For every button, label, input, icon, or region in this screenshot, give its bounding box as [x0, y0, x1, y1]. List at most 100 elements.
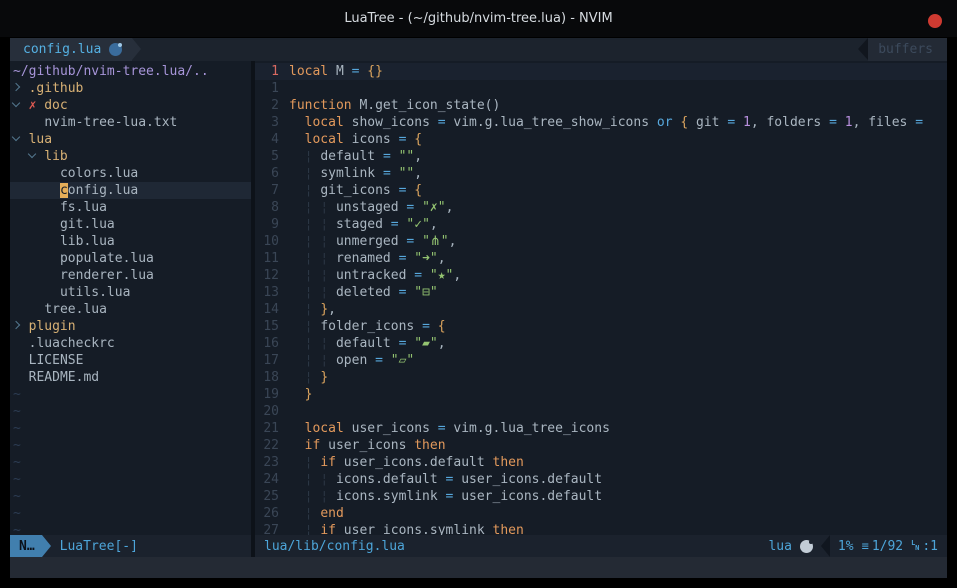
code-line[interactable]: 24 ¦ ¦ icons.default = user_icons.defaul…	[255, 471, 947, 488]
code-line[interactable]: 11 ¦ ¦ renamed = "➜",	[255, 250, 947, 267]
code-line-text: ¦ ¦ renamed = "➜",	[289, 250, 947, 267]
line-number: 23	[255, 454, 289, 471]
line-number: 10	[255, 233, 289, 250]
statusline: N… LuaTree[-] lua/lib/config.lua lua 1% …	[10, 535, 947, 557]
statusline-plugin-title: LuaTree[-]	[51, 535, 138, 557]
line-number: 20	[255, 403, 289, 420]
tree-item-git-lua[interactable]: git.lua	[10, 216, 251, 233]
code-line-text: ¦ ¦ unstaged = "✗",	[289, 199, 947, 216]
code-line[interactable]: 19 }	[255, 386, 947, 403]
indent-guide: ¦	[320, 268, 328, 283]
tab-separator-arrow	[132, 38, 141, 60]
cursor-position-group: ≡ 1/92	[862, 539, 904, 554]
statusline-file-path: lua/lib/config.lua	[255, 539, 768, 554]
code-line-text: local icons = {	[289, 131, 947, 148]
code-line[interactable]: 7 ¦ git_icons = {	[255, 182, 947, 199]
code-line[interactable]: 17 ¦ ¦ open = "▱"	[255, 352, 947, 369]
command-line[interactable]	[10, 557, 947, 578]
code-line[interactable]: 25 ¦ ¦ icons.symlink = user_icons.defaul…	[255, 488, 947, 505]
buffers-label: buffers	[878, 42, 933, 57]
indent-guide: ¦	[320, 285, 328, 300]
buffers-section: buffers	[868, 38, 947, 61]
code-line[interactable]: 13 ¦ ¦ deleted = "⊟"	[255, 284, 947, 301]
code-line-text: function M.get_icon_state()	[289, 97, 947, 114]
code-line[interactable]: 10 ¦ ¦ unmerged = "⋔",	[255, 233, 947, 250]
code-line[interactable]: 23 ¦ if user_icons.default then	[255, 454, 947, 471]
empty-line-marker: ~	[10, 488, 251, 505]
chevron-right-icon	[13, 80, 29, 97]
code-line[interactable]: 27 ¦ if user_icons.symlink then	[255, 522, 947, 535]
tree-item-plugin[interactable]: plugin	[10, 318, 251, 335]
lines-icon: ≡	[862, 539, 869, 553]
code-line[interactable]: 1local M = {}	[255, 63, 947, 80]
tree-item-lib-lua[interactable]: lib.lua	[10, 233, 251, 250]
code-line[interactable]: 1	[255, 80, 947, 97]
line-number: 25	[255, 488, 289, 505]
tree-item-luacheckrc[interactable]: .luacheckrc	[10, 335, 251, 352]
indent-guide: ¦	[305, 506, 313, 521]
tree-item-renderer-lua[interactable]: renderer.lua	[10, 267, 251, 284]
tree-item-label: tree.lua	[44, 302, 107, 317]
indent-guide: ¦	[320, 200, 328, 215]
tree-item-label: utils.lua	[60, 285, 130, 300]
line-number: 22	[255, 437, 289, 454]
code-line[interactable]: 18 ¦ }	[255, 369, 947, 386]
code-line[interactable]: 16 ¦ ¦ default = "▰",	[255, 335, 947, 352]
empty-line-marker: ~	[10, 403, 251, 420]
code-line-text: ¦ ¦ staged = "✓",	[289, 216, 947, 233]
line-number: 3	[255, 114, 289, 131]
tree-item-readme-md[interactable]: README.md	[10, 369, 251, 386]
statusline-separator-chevron	[821, 535, 830, 557]
tab-config-lua[interactable]: config.lua	[10, 38, 132, 61]
code-line[interactable]: 2function M.get_icon_state()	[255, 97, 947, 114]
code-line[interactable]: 15 ¦ folder_icons = {	[255, 318, 947, 335]
code-line[interactable]: 14 ¦ },	[255, 301, 947, 318]
terminal-content: config.lua buffers ~/github/nvim-tree.lu…	[10, 38, 947, 578]
code-line-text: ¦ end	[289, 505, 947, 522]
tree-item-config-lua[interactable]: config.lua	[10, 182, 251, 199]
indent-guide: ¦	[305, 251, 313, 266]
code-line[interactable]: 22 if user_icons then	[255, 437, 947, 454]
code-line[interactable]: 26 ¦ end	[255, 505, 947, 522]
tree-root-path[interactable]: ~/github/nvim-tree.lua/..	[10, 63, 251, 80]
indent-guide: ¦	[305, 149, 313, 164]
window-title: LuaTree - (~/github/nvim-tree.lua) - NVI…	[344, 11, 612, 26]
tree-item-nvim-tree-lua-txt[interactable]: nvim-tree-lua.txt	[10, 114, 251, 131]
line-number: 27	[255, 522, 289, 535]
tree-item-lua[interactable]: lua	[10, 131, 251, 148]
code-line-text	[289, 80, 947, 97]
tree-item-colors-lua[interactable]: colors.lua	[10, 165, 251, 182]
code-line-text: ¦ if user_icons.symlink then	[289, 522, 947, 535]
tree-item-lib[interactable]: lib	[10, 148, 251, 165]
empty-line-marker: ~	[10, 471, 251, 488]
tree-item-github[interactable]: .github	[10, 80, 251, 97]
close-button[interactable]	[928, 14, 942, 28]
tree-item-tree-lua[interactable]: tree.lua	[10, 301, 251, 318]
code-line-text: ¦ ¦ icons.default = user_icons.default	[289, 471, 947, 488]
code-line[interactable]: 9 ¦ ¦ staged = "✓",	[255, 216, 947, 233]
lua-logo-icon	[800, 540, 813, 553]
code-line[interactable]: 6 ¦ symlink = "",	[255, 165, 947, 182]
buffers-separator-arrow	[858, 38, 868, 60]
code-line[interactable]: 20	[255, 403, 947, 420]
tree-item-license[interactable]: LICENSE	[10, 352, 251, 369]
indent-guide: ¦	[305, 183, 313, 198]
code-line[interactable]: 21 local user_icons = vim.g.lua_tree_ico…	[255, 420, 947, 437]
lua-logo-icon	[109, 43, 122, 56]
code-line-text: ¦ }	[289, 369, 947, 386]
code-line[interactable]: 8 ¦ ¦ unstaged = "✗",	[255, 199, 947, 216]
tree-item-utils-lua[interactable]: utils.lua	[10, 284, 251, 301]
tree-item-label: .github	[29, 81, 84, 96]
line-number: 24	[255, 471, 289, 488]
code-line-text: ¦ ¦ unmerged = "⋔",	[289, 233, 947, 250]
tilde-marker: ~	[13, 421, 21, 436]
code-line[interactable]: 12 ¦ ¦ untracked = "★",	[255, 267, 947, 284]
tree-item-doc[interactable]: ✗doc	[10, 97, 251, 114]
empty-line-marker: ~	[10, 522, 251, 535]
statusline-tree: N… LuaTree[-]	[10, 535, 251, 557]
tree-item-fs-lua[interactable]: fs.lua	[10, 199, 251, 216]
code-line[interactable]: 3 local show_icons = vim.g.lua_tree_show…	[255, 114, 947, 131]
tree-item-populate-lua[interactable]: populate.lua	[10, 250, 251, 267]
code-line[interactable]: 4 local icons = {	[255, 131, 947, 148]
code-line[interactable]: 5 ¦ default = "",	[255, 148, 947, 165]
